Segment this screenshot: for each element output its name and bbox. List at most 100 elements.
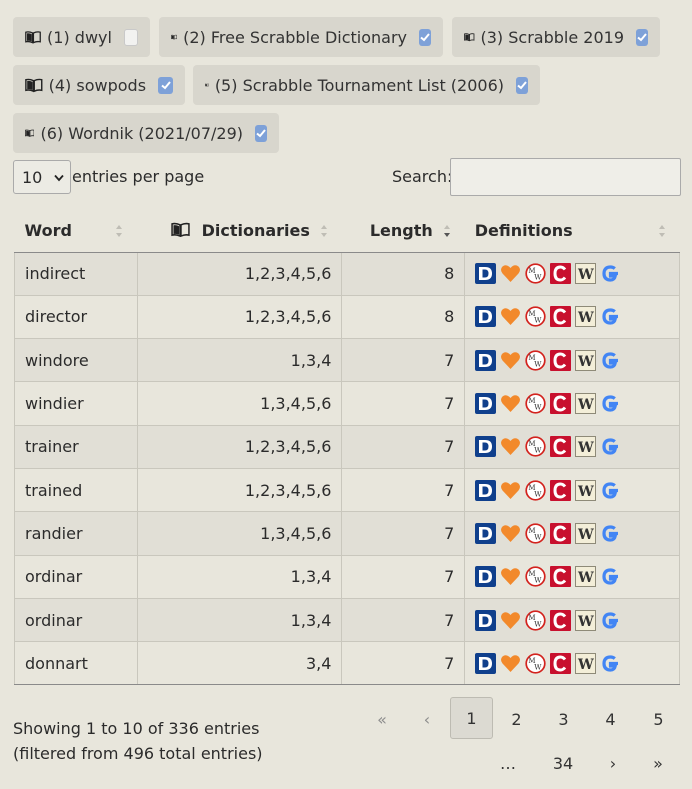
merriam-webster-icon[interactable]: MW — [525, 393, 546, 414]
wiktionary-icon[interactable]: W — [575, 306, 597, 328]
pagination-page-5[interactable]: 5 — [646, 698, 671, 740]
search-label: Search: — [392, 167, 453, 186]
dictionary-com-icon[interactable] — [475, 522, 497, 544]
heart-icon[interactable] — [500, 350, 521, 371]
heart-icon[interactable] — [500, 306, 521, 327]
dictionary-chip-6[interactable]: (6) Wordnik (2021/07/29) — [13, 113, 279, 153]
google-icon[interactable] — [600, 436, 621, 457]
heart-icon[interactable] — [500, 523, 521, 544]
dictionary-chip-2[interactable]: (2) Free Scrabble Dictionary — [159, 17, 443, 57]
dictionary-com-icon[interactable] — [475, 566, 497, 588]
svg-text:W: W — [535, 620, 543, 628]
column-header-length[interactable]: Length — [341, 209, 465, 253]
search-input[interactable] — [450, 158, 681, 196]
merriam-webster-icon[interactable]: MW — [525, 263, 546, 284]
merriam-webster-icon[interactable]: MW — [525, 350, 546, 371]
dictionary-com-icon[interactable] — [475, 263, 497, 285]
pagination-page-4[interactable]: 4 — [598, 698, 623, 740]
pagination-last[interactable]: » — [646, 742, 670, 784]
book-icon — [171, 34, 178, 40]
google-icon[interactable] — [600, 480, 621, 501]
merriam-webster-icon[interactable]: MW — [525, 479, 546, 501]
entries-per-page-select[interactable]: 10 — [13, 160, 71, 194]
pagination-previous[interactable]: ‹ — [416, 698, 438, 740]
google-icon[interactable] — [600, 263, 621, 284]
dictionary-chip-3[interactable]: (3) Scrabble 2019 — [452, 17, 660, 57]
dictionary-checkbox-3[interactable] — [636, 28, 648, 46]
merriam-webster-icon[interactable]: MW — [525, 566, 546, 587]
dictionary-checkbox-6[interactable] — [255, 124, 267, 142]
dictionary-com-icon[interactable] — [475, 349, 497, 371]
heart-icon[interactable] — [500, 480, 521, 501]
dictionary-checkbox-4[interactable] — [158, 76, 173, 94]
heart-icon[interactable] — [500, 653, 521, 674]
wiktionary-icon[interactable]: W — [575, 263, 597, 285]
collins-icon[interactable] — [550, 349, 572, 371]
dictionary-checkbox-1[interactable] — [123, 28, 138, 46]
svg-text:W: W — [577, 267, 594, 283]
heart-icon[interactable] — [500, 566, 521, 587]
collins-icon[interactable] — [550, 652, 572, 674]
merriam-webster-icon[interactable]: MW — [525, 609, 546, 631]
dictionary-com-icon[interactable] — [475, 436, 497, 458]
pagination-page-2[interactable]: 2 — [504, 698, 529, 740]
google-icon[interactable] — [600, 350, 621, 371]
pagination-next[interactable]: › — [601, 742, 625, 784]
collins-icon[interactable] — [550, 393, 572, 415]
wiktionary-icon[interactable]: W — [575, 436, 597, 458]
collins-icon[interactable] — [550, 566, 572, 588]
dictionary-chip-4[interactable]: (4) sowpods — [13, 65, 185, 105]
svg-text:W: W — [577, 527, 594, 543]
length-cell: 8 — [341, 252, 465, 296]
merriam-webster-icon[interactable]: MW — [525, 523, 546, 544]
dictionary-com-icon[interactable] — [475, 652, 497, 674]
heart-icon[interactable] — [500, 436, 521, 457]
column-header-definitions[interactable]: Definitions — [464, 209, 680, 253]
heart-icon[interactable] — [500, 393, 521, 414]
dictionary-checkbox-5[interactable] — [516, 76, 528, 94]
dictionary-checkbox-2[interactable] — [419, 28, 431, 46]
google-icon[interactable] — [600, 306, 621, 327]
dictionary-chip-label: (3) Scrabble 2019 — [480, 27, 625, 47]
collins-icon[interactable] — [550, 306, 572, 328]
book-icon — [25, 78, 43, 93]
google-icon[interactable] — [600, 610, 621, 631]
wiktionary-icon[interactable]: W — [575, 609, 597, 631]
wiktionary-icon[interactable]: W — [575, 479, 597, 501]
collins-icon[interactable] — [550, 522, 572, 544]
column-header-word[interactable]: Word — [14, 209, 138, 253]
collins-icon[interactable] — [550, 263, 572, 285]
google-icon[interactable] — [600, 566, 621, 587]
heart-icon[interactable] — [500, 263, 521, 284]
dictionary-com-icon[interactable] — [475, 306, 497, 328]
pagination-page-3[interactable]: 3 — [551, 698, 576, 740]
google-icon[interactable] — [600, 393, 621, 414]
wiktionary-icon[interactable]: W — [575, 349, 597, 371]
pagination-page-1[interactable]: 1 — [450, 697, 493, 739]
dictionary-chip-1[interactable]: (1) dwyl — [13, 17, 150, 57]
dictionary-com-icon[interactable] — [475, 393, 497, 415]
dictionary-com-icon[interactable] — [475, 609, 497, 631]
dictionary-chip-5[interactable]: (5) Scrabble Tournament List (2006) — [193, 65, 540, 105]
google-icon[interactable] — [600, 523, 621, 544]
svg-text:W: W — [535, 317, 543, 325]
pagination-first[interactable]: « — [371, 698, 393, 740]
collins-icon[interactable] — [550, 479, 572, 501]
wiktionary-icon[interactable]: W — [575, 652, 597, 674]
svg-text:W: W — [535, 274, 543, 282]
pagination-page-34[interactable]: 34 — [545, 742, 581, 784]
merriam-webster-icon[interactable]: MW — [525, 436, 546, 457]
check-icon — [637, 33, 647, 42]
column-header-dictionaries[interactable]: Dictionaries — [137, 209, 342, 253]
heart-icon[interactable] — [500, 610, 521, 631]
merriam-webster-icon[interactable]: MW — [525, 653, 546, 674]
merriam-webster-icon[interactable]: MW — [525, 306, 546, 328]
wiktionary-icon[interactable]: W — [575, 566, 597, 588]
google-icon[interactable] — [600, 653, 621, 674]
dictionary-com-icon[interactable] — [475, 479, 497, 501]
wiktionary-icon[interactable]: W — [575, 393, 597, 415]
wiktionary-icon[interactable]: W — [575, 522, 597, 544]
collins-icon[interactable] — [550, 436, 572, 458]
collins-icon[interactable] — [550, 609, 572, 631]
results-table: Word Dictionaries Length Definitions ind… — [14, 209, 680, 686]
